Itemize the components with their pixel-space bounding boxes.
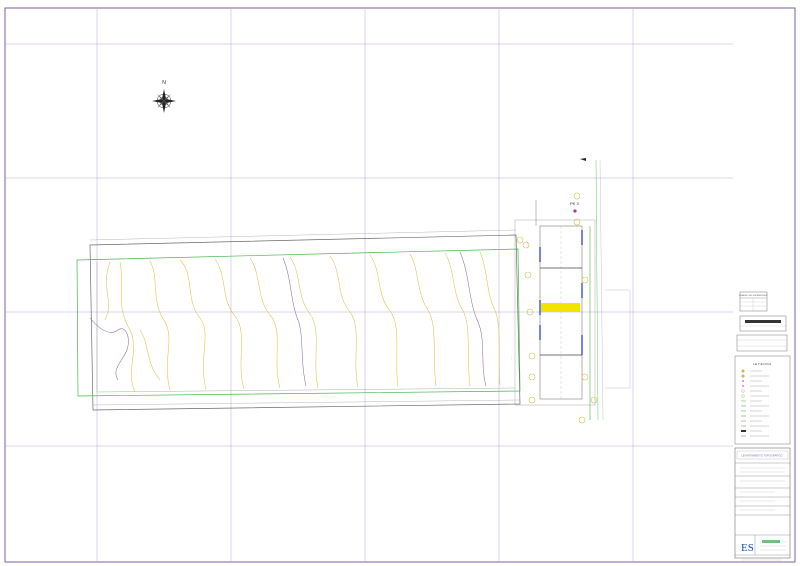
surface-table: CUADRO DE SUPERFICIES xyxy=(739,291,768,312)
tree-symbol-icon xyxy=(741,374,745,378)
drawing-title: LEVANTAMIENTO TOPOGRÁFICO xyxy=(741,454,782,458)
company-mark-icon xyxy=(762,540,780,543)
coordinates-table xyxy=(739,315,787,332)
marker-symbol-icon xyxy=(742,385,744,387)
sheet-border xyxy=(4,7,796,563)
area-table xyxy=(736,334,788,352)
highlight-block xyxy=(541,303,580,312)
survey-drawing-sheet: N ····· PK 3 CUADRO DE SUPERFICIES L E Y… xyxy=(4,7,796,563)
road-label: ····· xyxy=(511,356,513,360)
surface-table-header: CUADRO DE SUPERFICIES xyxy=(739,294,768,297)
company-logo-icon: ES xyxy=(741,542,754,554)
north-label: N xyxy=(162,80,166,86)
survey-point-label: PK 3 xyxy=(570,201,579,206)
marker-symbol-icon xyxy=(742,380,744,382)
tree-symbol-icon xyxy=(741,369,745,373)
fill-symbol-icon xyxy=(741,430,746,432)
legend-heading: L E Y E N D A xyxy=(753,362,772,366)
title-block: LEVANTAMIENTO TOPOGRÁFICO ES xyxy=(734,447,791,561)
legend-panel: L E Y E N D A xyxy=(734,355,791,445)
